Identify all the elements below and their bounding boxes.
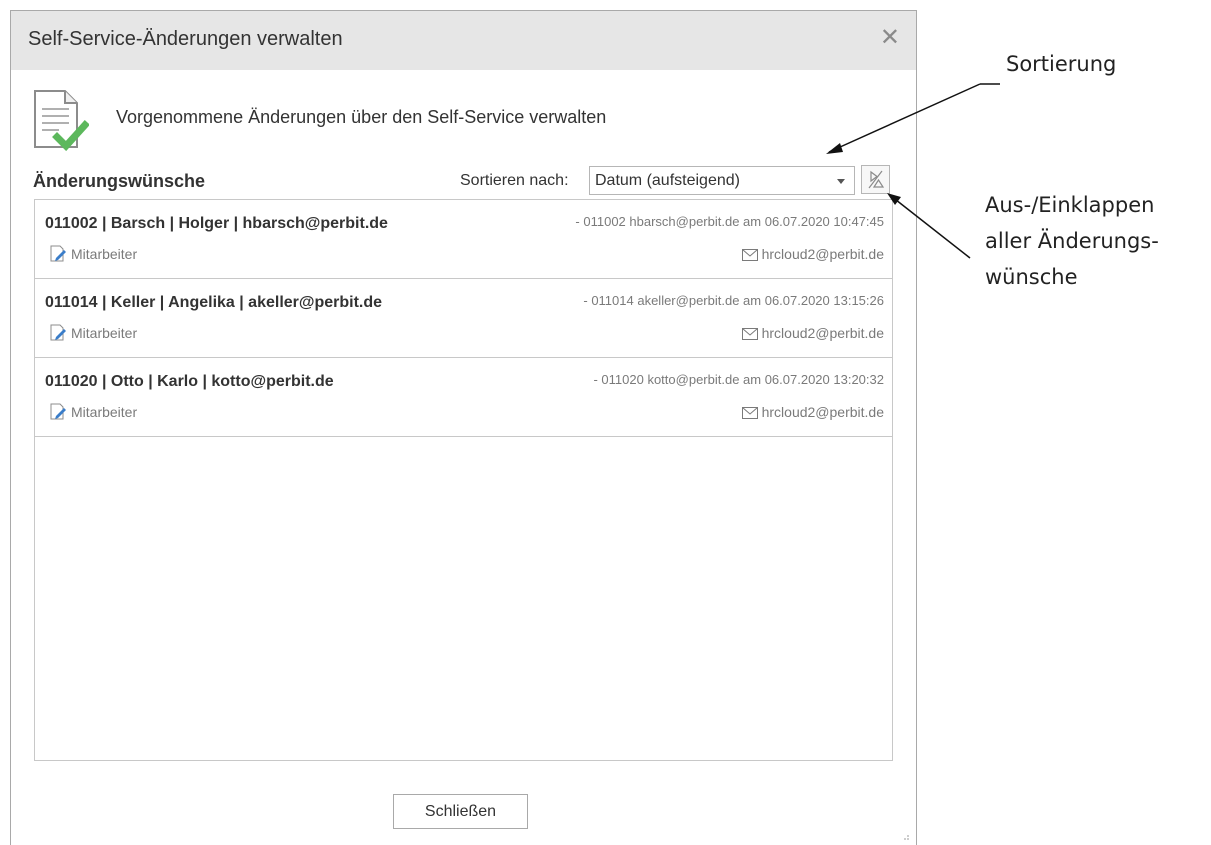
- request-category: Mitarbeiter: [49, 245, 137, 263]
- resize-grip-icon[interactable]: [900, 831, 910, 841]
- request-meta: - 011020 kotto@perbit.de am 06.07.2020 1…: [593, 372, 884, 387]
- list-item[interactable]: 011002 | Barsch | Holger | hbarsch@perbi…: [35, 200, 892, 279]
- dialog-title: Self-Service-Änderungen verwalten: [28, 28, 343, 50]
- request-meta: - 011002 hbarsch@perbit.de am 06.07.2020…: [575, 214, 884, 229]
- collapse-annotation-line3: wünsche: [985, 265, 1078, 289]
- envelope-icon: [741, 407, 758, 419]
- sort-annotation: Sortierung: [1006, 52, 1117, 76]
- request-meta: - 011014 akeller@perbit.de am 06.07.2020…: [583, 293, 884, 308]
- request-category-label: Mitarbeiter: [71, 404, 138, 420]
- request-mail-address: hrcloud2@perbit.de: [761, 246, 884, 262]
- sort-selected-value: Datum (aufsteigend): [595, 172, 740, 189]
- request-mail: hrcloud2@perbit.de: [741, 404, 884, 420]
- request-mail: hrcloud2@perbit.de: [741, 325, 884, 341]
- collapse-all-button[interactable]: [861, 165, 890, 194]
- envelope-icon: [741, 249, 758, 261]
- request-mail-address: hrcloud2@perbit.de: [761, 404, 884, 420]
- document-check-icon: [34, 90, 89, 151]
- close-icon[interactable]: ✕: [880, 25, 900, 51]
- manage-changes-dialog: Self-Service-Änderungen verwalten ✕ Vorg…: [10, 10, 917, 845]
- request-category-label: Mitarbeiter: [71, 246, 138, 262]
- request-mail: hrcloud2@perbit.de: [741, 246, 884, 262]
- collapse-toggle-icon: [868, 170, 885, 189]
- request-title: 011002 | Barsch | Holger | hbarsch@perbi…: [45, 215, 388, 232]
- collapse-annotation-line2: aller Änderungs-: [985, 229, 1159, 253]
- edit-document-icon: [50, 324, 66, 341]
- chevron-down-icon: [837, 179, 845, 184]
- request-category-label: Mitarbeiter: [71, 325, 138, 341]
- list-item[interactable]: 011014 | Keller | Angelika | akeller@per…: [35, 279, 892, 358]
- close-dialog-button[interactable]: Schließen: [393, 794, 528, 829]
- collapse-annotation-line1: Aus-/Einklappen: [985, 193, 1155, 217]
- edit-document-icon: [50, 403, 66, 420]
- edit-document-icon: [50, 245, 66, 262]
- request-mail-address: hrcloud2@perbit.de: [761, 325, 884, 341]
- list-item[interactable]: 011020 | Otto | Karlo | kotto@perbit.de …: [35, 358, 892, 437]
- request-title: 011014 | Keller | Angelika | akeller@per…: [45, 294, 383, 311]
- request-category: Mitarbeiter: [49, 324, 137, 342]
- sort-label: Sortieren nach:: [460, 172, 569, 189]
- request-category: Mitarbeiter: [49, 403, 137, 421]
- request-title: 011020 | Otto | Karlo | kotto@perbit.de: [45, 373, 334, 390]
- change-requests-list: 011002 | Barsch | Holger | hbarsch@perbi…: [34, 199, 893, 761]
- dialog-header-text: Vorgenommene Änderungen über den Self-Se…: [116, 107, 607, 127]
- dialog-titlebar: Self-Service-Änderungen verwalten ✕: [11, 11, 916, 70]
- envelope-icon: [741, 328, 758, 340]
- sort-dropdown[interactable]: Datum (aufsteigend): [589, 166, 855, 195]
- section-title: Änderungswünsche: [33, 171, 206, 191]
